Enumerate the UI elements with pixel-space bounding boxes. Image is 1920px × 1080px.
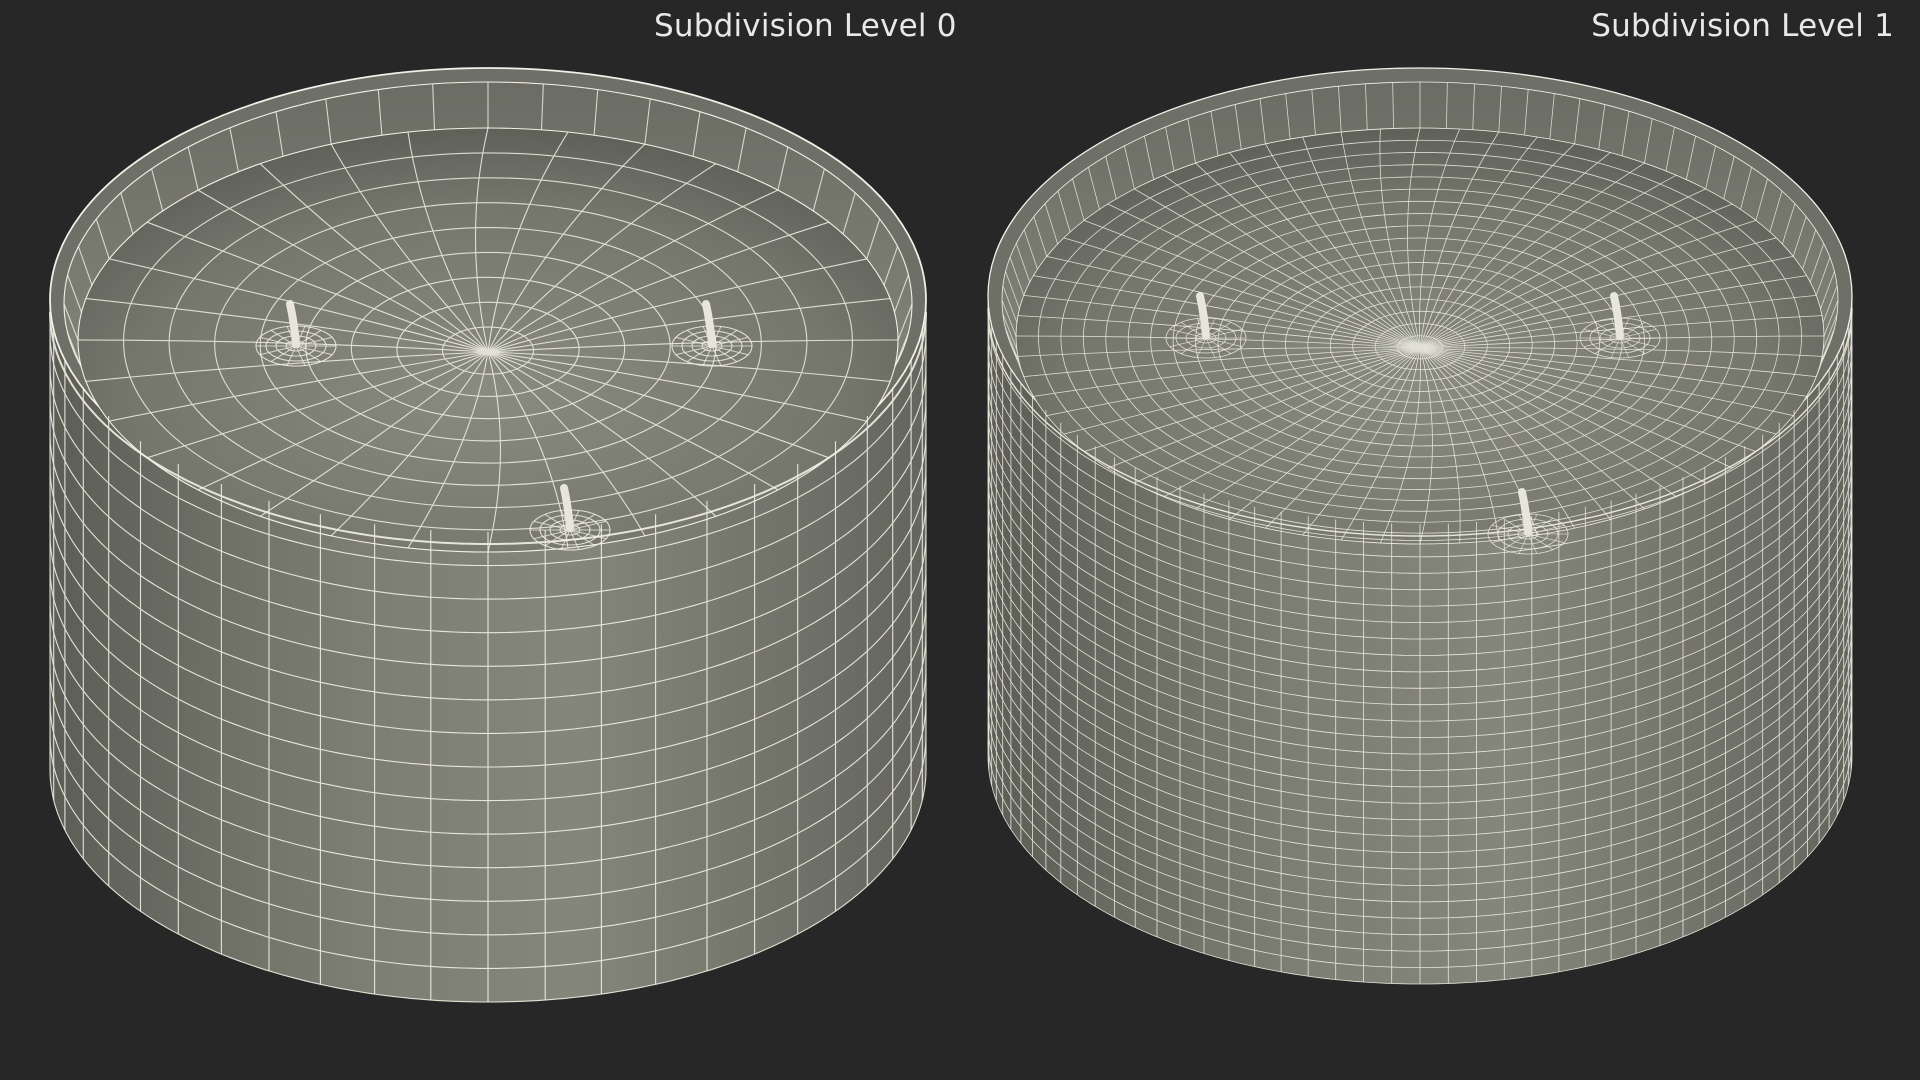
wireframe-render	[49, 67, 1853, 1003]
candle-model-subdivision-0	[49, 67, 927, 1003]
view-label-subdivision-1: Subdivision Level 1	[1591, 8, 1894, 44]
viewport: Subdivision Level 0 Subdivision Level 1	[0, 0, 1920, 1080]
candle-model-subdivision-1	[987, 67, 1853, 985]
view-label-subdivision-0: Subdivision Level 0	[654, 8, 957, 44]
